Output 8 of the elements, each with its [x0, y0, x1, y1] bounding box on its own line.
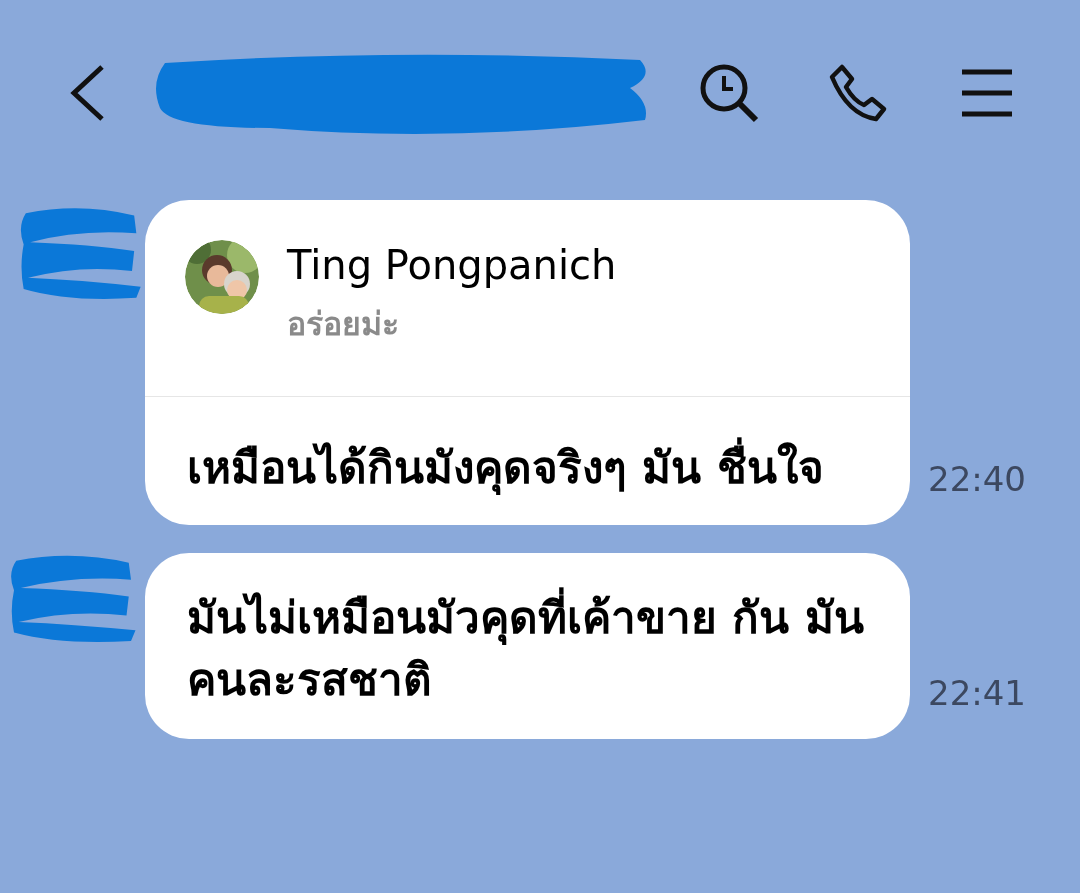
- message-time: 22:41: [928, 672, 1026, 715]
- quoted-sender: Ting Pongpanich: [287, 241, 617, 290]
- message-text: มันไม่เหมือนมัวคุดที่เค้าขาย กัน มันคนละรสชาติ: [187, 587, 868, 711]
- phone-icon[interactable]: [828, 62, 888, 123]
- quoted-message: อร่อยม่ะ: [287, 304, 400, 345]
- message-text: เหมือนได้กินมังคุดจริงๆ มัน ชื่นใจ: [187, 437, 868, 499]
- message-time: 22:40: [928, 458, 1026, 501]
- menu-icon[interactable]: [960, 67, 1014, 118]
